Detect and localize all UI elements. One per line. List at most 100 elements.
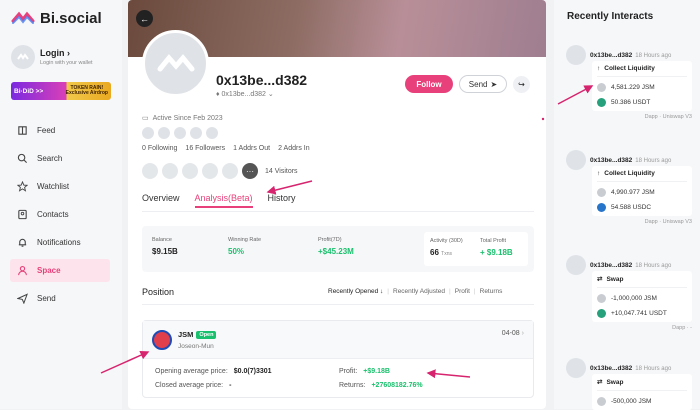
avatar <box>566 255 586 275</box>
back-button[interactable]: ← <box>136 10 153 27</box>
jsm-coin-icon <box>597 83 606 92</box>
sidebar-item-notifications[interactable]: Notifications <box>10 231 110 254</box>
addrs-out-count[interactable]: 1 Addrs Out <box>233 145 270 152</box>
position-returns: Returns: +27608182.76% <box>339 382 423 389</box>
interaction-action: ↑ Collect Liquidity <box>597 65 687 77</box>
stat-value: $9.15B <box>152 247 178 256</box>
banner-left-text: Bi·DiD >> <box>14 87 44 95</box>
interaction-card: ↑ Collect Liquidity 4,990.977 JSM 54.588 … <box>592 166 692 216</box>
profile-stats: 0 Following 16 Followers 1 Addrs Out 2 A… <box>142 145 310 152</box>
link-icon[interactable] <box>206 127 218 139</box>
activity-stat: Activity (30D) 66 Txns <box>430 238 463 257</box>
following-count[interactable]: 0 Following <box>142 145 177 152</box>
addrs-in-count[interactable]: 2 Addrs In <box>278 145 310 152</box>
sort-recently-opened[interactable]: Recently Opened ↓ <box>328 288 383 295</box>
position-sort: Recently Opened ↓ | Recently Adjusted | Pr… <box>328 288 503 295</box>
sidebar-item-label: Search <box>37 154 63 163</box>
stat-value: 66 <box>430 248 439 257</box>
tab-history[interactable]: History <box>268 193 296 208</box>
sort-returns[interactable]: Returns <box>480 288 503 295</box>
profile-address-copy[interactable]: ♦ 0x13be...d382 ⌄ <box>216 90 274 98</box>
send-icon: ➤ <box>490 79 498 89</box>
login-title[interactable]: Login › <box>40 48 93 58</box>
stat-value: +$45.23M <box>318 247 354 256</box>
position-card[interactable]: JSM Open Joseon-Mun 04-08 › Opening avera… <box>142 320 534 398</box>
jsm-coin-icon <box>597 397 606 406</box>
tab-overview[interactable]: Overview <box>142 193 180 208</box>
profile-avatar <box>142 30 209 97</box>
sidebar-item-watchlist[interactable]: Watchlist <box>10 175 110 198</box>
jsm-coin-icon <box>597 294 606 303</box>
promo-banner[interactable]: Bi·DiD >> TOKEN RAIN! Exclusive Airdrop <box>11 82 111 100</box>
token-line: -1,000,000 JSM <box>597 294 687 303</box>
sort-profit[interactable]: Profit <box>455 288 470 295</box>
avatar-logo-icon <box>17 53 29 60</box>
visitor-avatar[interactable] <box>202 163 218 179</box>
token-line: -500,000 JSM <box>597 397 687 406</box>
twitter-icon[interactable] <box>142 127 154 139</box>
visitor-avatar[interactable] <box>182 163 198 179</box>
token-line: +10,047.741 USDT <box>597 309 687 318</box>
share-button[interactable]: ↪ <box>513 76 530 93</box>
sidebar-item-label: Contacts <box>37 210 69 219</box>
profile-tabs: Overview Analysis(Beta) History <box>142 193 296 208</box>
token-line: 54.588 USDC <box>597 203 687 212</box>
interaction-item[interactable]: 0x13be...d382 18 Hours ago ⇄ Swap -500,000… <box>566 358 696 410</box>
stat-label: Activity (30D) <box>430 238 463 244</box>
sort-recently-adjusted[interactable]: Recently Adjusted <box>393 288 445 295</box>
interaction-card: ⇄ Swap -1,000,000 JSM +10,047.741 USDT <box>592 271 692 322</box>
discord-icon[interactable] <box>158 127 170 139</box>
avatar <box>11 45 35 69</box>
sidebar-item-feed[interactable]: Feed <box>10 119 110 142</box>
follow-button[interactable]: Follow <box>405 75 453 93</box>
search-icon <box>17 153 28 164</box>
sidebar: Bi.social Login › Login with your wallet… <box>0 0 122 409</box>
position-profit: Profit: +$9.18B <box>339 368 390 375</box>
chevron-down-icon: ⌄ <box>265 91 274 98</box>
mirror-icon[interactable] <box>190 127 202 139</box>
arrow-up-icon: ↑ <box>597 170 601 177</box>
arrow-left-icon: ← <box>140 13 149 24</box>
sidebar-item-search[interactable]: Search <box>10 147 110 170</box>
activity-box: Activity (30D) 66 Txns Total Profit + $9… <box>424 232 528 266</box>
active-since: ▭ Active Since Feb 2023 <box>142 114 223 123</box>
avatar <box>566 150 586 170</box>
interaction-item[interactable]: 0x13be...d382 18 Hours ago ⇄ Swap -1,000,0… <box>566 255 696 331</box>
sidebar-item-space[interactable]: Space <box>10 259 110 282</box>
lens-icon[interactable] <box>174 127 186 139</box>
visitor-avatar[interactable] <box>222 163 238 179</box>
logo-icon <box>11 11 35 24</box>
visitor-avatar[interactable] <box>162 163 178 179</box>
interaction-address: 0x13be...d382 18 Hours ago <box>590 156 672 164</box>
usdt-coin-icon <box>597 98 606 107</box>
more-visitors-button[interactable]: ··· <box>242 163 258 179</box>
stat-label: Profit(7D) <box>318 237 342 243</box>
swap-icon: ⇄ <box>597 379 603 386</box>
interaction-card: ↑ Collect Liquidity 4,581.229 JSM 50.386 … <box>592 61 692 111</box>
token-name: JSM Open <box>178 330 217 339</box>
person-icon <box>18 266 27 276</box>
sidebar-item-label: Feed <box>37 126 56 135</box>
analysis-summary: Balance $9.15B Winning Rate 50% Profit(7… <box>142 226 534 272</box>
sidebar-item-contacts[interactable]: Contacts <box>10 203 110 226</box>
logo[interactable]: Bi.social <box>10 9 102 27</box>
followers-count[interactable]: 16 Followers <box>185 145 225 152</box>
login-box[interactable]: Login › Login with your wallet <box>11 45 111 69</box>
sidebar-item-send[interactable]: Send <box>10 287 110 310</box>
interaction-item[interactable]: 0x13be...d382 18 Hours ago ↑ Collect Liqui… <box>566 150 696 225</box>
calendar-icon: ▭ <box>142 115 149 122</box>
banner-right-text: TOKEN RAIN! Exclusive Airdrop <box>65 84 108 96</box>
position-date: 04-08 › <box>501 330 524 337</box>
avatar <box>566 45 586 65</box>
dapp-label: Dapp · Uniswap V3 <box>644 219 692 225</box>
interaction-item[interactable]: 0x13be...d382 18 Hours ago ↑ Collect Liqui… <box>566 45 696 120</box>
closing-price: Closed average price: - <box>155 382 232 389</box>
send-icon <box>17 293 28 304</box>
tab-analysis[interactable]: Analysis(Beta) <box>194 193 253 208</box>
book-icon <box>18 126 27 135</box>
social-links <box>142 127 218 139</box>
send-button[interactable]: Send ➤ <box>459 75 507 93</box>
recent-title: Recently Interacts <box>567 11 654 22</box>
interaction-action: ⇄ Swap <box>597 378 687 391</box>
visitor-avatar[interactable] <box>142 163 158 179</box>
